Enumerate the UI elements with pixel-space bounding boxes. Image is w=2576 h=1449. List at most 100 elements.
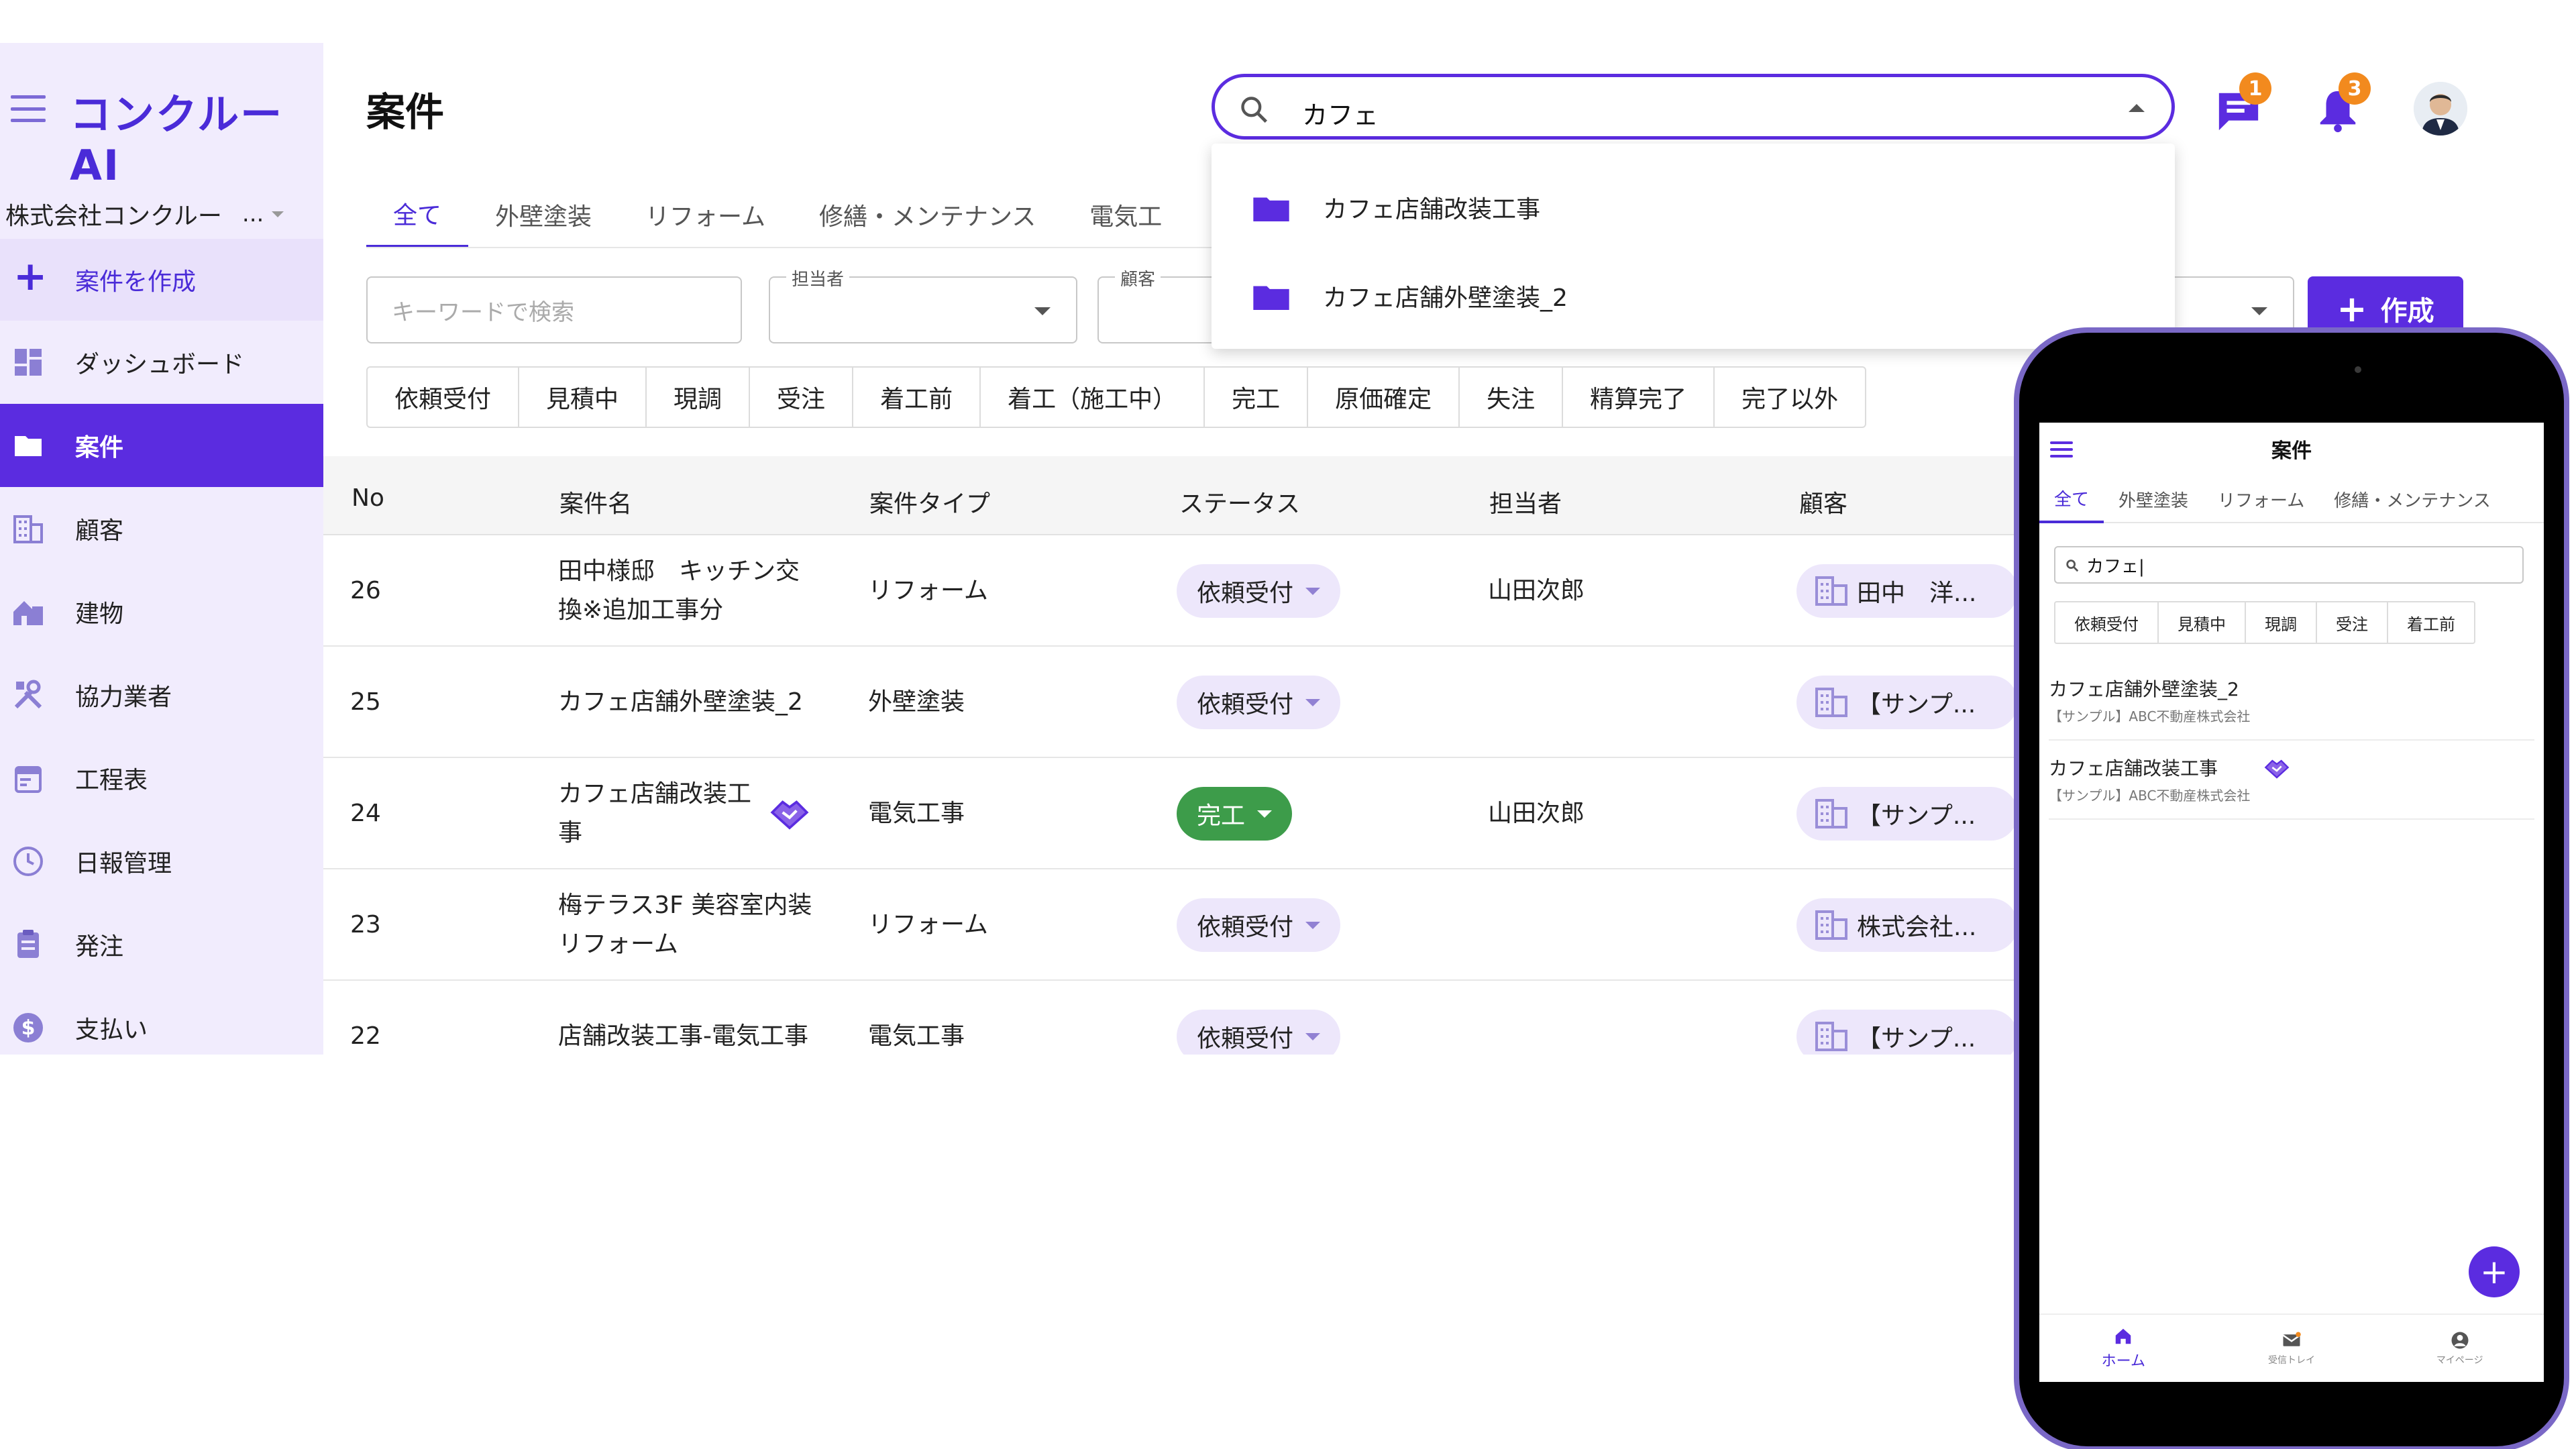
global-search-input[interactable]: カフェ: [1212, 74, 2175, 140]
svg-text:$: $: [21, 1016, 36, 1040]
list-item[interactable]: カフェ店舗外壁塗装_2 【サンプル】ABC不動産株式会社: [2049, 663, 2534, 741]
table-row[interactable]: 22 店舗改装工事-電気工事 電気工事 依頼受付 【サンプ...: [323, 981, 2148, 1055]
status-filter-completed[interactable]: 完工: [1205, 368, 1309, 427]
row-name-line1: 田中様邸 キッチン交: [558, 557, 800, 585]
tab-all[interactable]: 全て: [2039, 475, 2104, 523]
status-filter-survey[interactable]: 現調: [647, 368, 751, 427]
tab-maintenance[interactable]: 修繕・メンテナンス: [2319, 475, 2505, 523]
sidebar-item-daily-report[interactable]: 日報管理: [0, 820, 323, 903]
chevron-up-icon[interactable]: [2129, 104, 2145, 112]
sidebar-item-payments[interactable]: $ 支払い: [0, 986, 323, 1069]
sidebar-item-partners[interactable]: 協力業者: [0, 653, 323, 737]
tab-electrical[interactable]: 電気工: [1063, 181, 1189, 248]
phone-status-filter-bar: 依頼受付 見積中 現調 受注 着工前: [2054, 601, 2475, 644]
page-title: 案件: [366, 89, 445, 135]
tab-maintenance[interactable]: 修繕・メンテナンス: [792, 181, 1063, 248]
house-icon: [12, 596, 44, 628]
plus-icon: +: [2337, 287, 2367, 330]
tab-exterior-painting[interactable]: 外壁塗装: [2104, 475, 2203, 523]
column-header-name[interactable]: 案件名: [559, 484, 632, 519]
table-row[interactable]: 24 カフェ店舗改装工 事 電気工事 完工 山田次郎 【サンプ...: [323, 758, 2148, 869]
avatar[interactable]: [2414, 82, 2467, 136]
sidebar-item-schedule[interactable]: 工程表: [0, 737, 323, 820]
table-row[interactable]: 25 カフェ店舗外壁塗装_2 外壁塗装 依頼受付 【サンプ...: [323, 647, 2148, 758]
sidebar-item-dashboard[interactable]: ダッシュボード: [0, 321, 323, 404]
sidebar-item-orders[interactable]: 発注: [0, 903, 323, 986]
suggestion-item[interactable]: カフェ店舗改装工事: [1212, 164, 2175, 251]
status-filter-cost-fixed[interactable]: 原価確定: [1308, 368, 1460, 427]
row-name-line2: リフォーム: [558, 930, 678, 958]
status-filter-survey[interactable]: 現調: [2246, 602, 2317, 643]
tab-all[interactable]: 全て: [366, 181, 469, 248]
customer-chip[interactable]: 【サンプ...: [1796, 676, 2018, 729]
sidebar-item-projects[interactable]: 案件: [0, 404, 323, 487]
status-chip[interactable]: 依頼受付: [1177, 898, 1341, 952]
status-filter-received[interactable]: 依頼受付: [2055, 602, 2159, 643]
customer-name: 田中 洋...: [1857, 580, 1977, 607]
suggestion-item[interactable]: カフェ店舗外壁塗装_2: [1212, 252, 2175, 339]
customer-chip[interactable]: 株式会社...: [1796, 898, 2018, 952]
status-filter-ordered[interactable]: 受注: [2317, 602, 2388, 643]
company-name: 株式会社コンクルー: [5, 203, 222, 230]
tab-exterior-painting[interactable]: 外壁塗装: [468, 181, 619, 248]
status-filter-received[interactable]: 依頼受付: [368, 368, 520, 427]
status-filter-not-completed[interactable]: 完了以外: [1715, 368, 1865, 427]
user-icon: [2451, 1332, 2469, 1349]
status-chip[interactable]: 依頼受付: [1177, 676, 1341, 729]
customer-chip[interactable]: 田中 洋...: [1796, 564, 2018, 618]
bottom-nav-inbox[interactable]: 受信トレイ: [2208, 1315, 2376, 1382]
status-chip[interactable]: 完工: [1177, 787, 1293, 841]
create-project-button[interactable]: + 案件を作成: [0, 239, 323, 321]
column-header-assignee[interactable]: 担当者: [1489, 484, 1562, 519]
assignee-label: 担当者: [786, 266, 850, 290]
folder-icon: [12, 429, 44, 462]
customer-chip[interactable]: 【サンプ...: [1796, 1010, 2018, 1055]
chevron-down-icon: [1305, 1032, 1321, 1040]
status-filter-estimating[interactable]: 見積中: [2159, 602, 2246, 643]
sidebar-item-buildings[interactable]: 建物: [0, 570, 323, 653]
customer-chip[interactable]: 【サンプ...: [1796, 787, 2018, 841]
status-filter-pre-construction[interactable]: 着工前: [2388, 602, 2474, 643]
bottom-nav-home[interactable]: ホーム: [2039, 1315, 2208, 1382]
assignee-select[interactable]: 担当者: [769, 266, 1077, 343]
sidebar-item-label: 建物: [75, 600, 124, 628]
row-name-line2: 換※追加工事分: [558, 596, 724, 624]
column-header-status[interactable]: ステータス: [1179, 484, 1300, 519]
row-type: リフォーム: [868, 577, 988, 604]
phone-add-button[interactable]: +: [2469, 1246, 2520, 1297]
customer-name: 【サンプ...: [1857, 802, 1976, 830]
tab-renovation[interactable]: リフォーム: [2203, 475, 2319, 523]
status-filter-ordered[interactable]: 受注: [750, 368, 854, 427]
status-filter-settled[interactable]: 精算完了: [1563, 368, 1715, 427]
table-row[interactable]: 26 田中様邸 キッチン交 換※追加工事分 リフォーム 依頼受付 山田次郎 田中…: [323, 535, 2148, 647]
sidebar-item-customers[interactable]: 顧客: [0, 487, 323, 570]
column-header-type[interactable]: 案件タイプ: [869, 484, 990, 519]
status-chip[interactable]: 依頼受付: [1177, 564, 1341, 618]
phone-search-input[interactable]: カフェ|: [2054, 546, 2524, 584]
status-filter-estimating[interactable]: 見積中: [519, 368, 647, 427]
messages-button[interactable]: 1: [2215, 72, 2271, 134]
building-icon: [1815, 799, 1847, 828]
status-filter-pre-construction[interactable]: 着工前: [853, 368, 981, 427]
table-row[interactable]: 23 梅テラス3F 美容室内装 リフォーム リフォーム 依頼受付 株式会社...: [323, 869, 2148, 981]
sidebar-item-label: ダッシュボード: [75, 351, 245, 378]
keyword-search-input[interactable]: キーワードで検索: [366, 276, 742, 343]
row-type: 電気工事: [868, 1022, 965, 1050]
status-label: 完工: [1197, 802, 1246, 830]
notifications-button[interactable]: 3: [2314, 72, 2371, 134]
status-filter-lost[interactable]: 失注: [1460, 368, 1564, 427]
list-item[interactable]: カフェ店舗改装工事 【サンプル】ABC不動産株式会社: [2049, 742, 2534, 820]
create-button-label: 作成: [2380, 296, 2434, 327]
customer-label: 顧客: [1115, 266, 1161, 290]
handshake-icon: [770, 800, 809, 830]
bottom-nav-mypage[interactable]: マイページ: [2375, 1315, 2544, 1382]
bottom-nav-label: 受信トレイ: [2268, 1355, 2315, 1366]
status-chip[interactable]: 依頼受付: [1177, 1010, 1341, 1055]
column-header-no[interactable]: No: [352, 484, 384, 512]
status-filter-in-construction[interactable]: 着工（施工中）: [981, 368, 1205, 427]
tab-renovation[interactable]: リフォーム: [619, 181, 792, 248]
company-selector[interactable]: 株式会社コンクルー ...: [5, 184, 321, 244]
hamburger-menu-icon[interactable]: [11, 95, 46, 122]
column-header-customer[interactable]: 顧客: [1799, 484, 1847, 519]
bottom-nav-label: マイページ: [2436, 1355, 2483, 1366]
